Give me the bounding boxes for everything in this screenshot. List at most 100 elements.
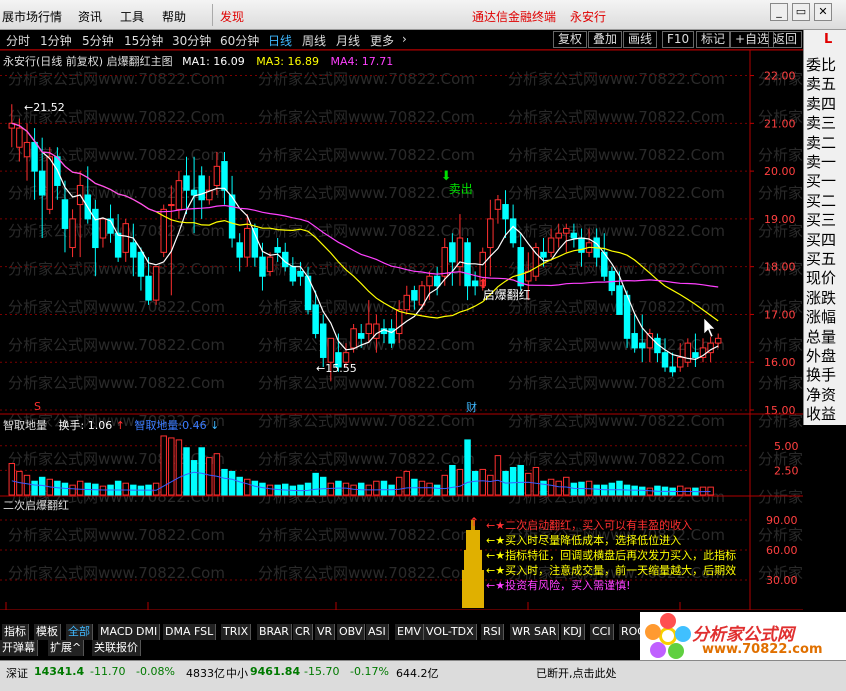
volume-bar	[517, 464, 524, 496]
tab-rsi[interactable]: RSI	[481, 624, 504, 640]
tab-vr[interactable]: VR	[315, 624, 336, 640]
candle-body	[357, 333, 365, 339]
connection-status[interactable]: 已断开,点击此处	[536, 665, 617, 681]
back-button[interactable]: 返回	[768, 31, 803, 48]
quote-label-2: 卖四	[806, 94, 837, 113]
period-15min[interactable]: 15分钟	[124, 32, 163, 49]
period-60min[interactable]: 60分钟	[220, 32, 259, 49]
candle-body	[46, 156, 54, 210]
quote-label-9: 买四	[806, 230, 837, 249]
tab-全部[interactable]: 全部	[66, 624, 93, 640]
kline-chart[interactable]: 分析家公式网www.70822.Com 分析家公式网www.70822.Com 分析…	[0, 49, 846, 624]
period-30min[interactable]: 30分钟	[172, 32, 211, 49]
quote-label-14: 总量	[806, 327, 837, 346]
f10-button[interactable]: F10	[662, 31, 695, 48]
volume-bar	[31, 480, 38, 496]
candle-body	[433, 275, 441, 287]
main-legend-name: 永安行(日线 前复权) 启爆翻红主图	[3, 55, 173, 68]
tab-cr[interactable]: CR	[293, 624, 314, 640]
chevron-right-icon[interactable]: ›	[402, 32, 407, 46]
tab-trix[interactable]: TRIX	[221, 624, 252, 640]
period-1min[interactable]: 1分钟	[40, 32, 72, 49]
tab-popup[interactable]: 开弹幕	[0, 640, 38, 656]
menu-help[interactable]: 帮助	[162, 8, 186, 25]
candle-body	[540, 251, 547, 258]
volume-bar	[525, 472, 532, 496]
tab-brar[interactable]: BRAR	[257, 624, 292, 640]
tab-expand[interactable]: 扩展^	[48, 640, 85, 656]
vol-legend-name: 智取地量	[3, 419, 47, 432]
menu-tools[interactable]: 工具	[120, 8, 144, 25]
candle-body	[23, 141, 31, 158]
quote-label-17: 净资	[806, 385, 837, 404]
mark-button[interactable]: 标记	[696, 31, 731, 48]
tab-dmi[interactable]: DMI	[134, 624, 161, 640]
menu-discover[interactable]: 发现	[220, 8, 244, 25]
watermark-text: 分析家公式网www.70822.Com	[8, 564, 225, 582]
tab-macd[interactable]: MACD	[98, 624, 136, 640]
candle-body	[312, 304, 319, 335]
quote-label-12: 涨跌	[806, 288, 837, 307]
volume-bar	[608, 482, 616, 496]
vol-legend: 智取地量 换手: 1.06 ↑ 智取地量:0.46 ↓	[3, 417, 219, 433]
ind-legend: 二次启爆翻红	[3, 497, 69, 513]
watermark-text: 分析家公式网www.70822.Com	[8, 374, 225, 392]
tab-模板[interactable]: 模板	[34, 624, 61, 640]
tab-emv[interactable]: EMV	[395, 624, 424, 640]
volume-bar	[61, 482, 69, 496]
period-monthly[interactable]: 月线	[336, 32, 360, 49]
period-5min[interactable]: 5分钟	[82, 32, 114, 49]
index-zx-amount: 644.2亿	[396, 667, 439, 680]
candle-body	[130, 242, 137, 258]
period-more[interactable]: 更多	[370, 32, 394, 49]
adjust-button[interactable]: 复权	[553, 31, 588, 48]
maximize-button[interactable]: ▭	[792, 3, 810, 21]
watermark-text: 分析家公式网www.70822.Com	[758, 526, 803, 544]
volume-bar	[471, 470, 479, 496]
buy-signal-label: 启爆翻红	[483, 287, 531, 302]
volume-bar	[99, 485, 107, 496]
candle-body	[570, 232, 578, 239]
menu-market[interactable]: 展市场行情	[2, 8, 62, 25]
promo-banner[interactable]: 分析家公式网 www.70822.com	[640, 612, 846, 660]
candle-body	[274, 247, 281, 253]
tab-kdj[interactable]: KDJ	[561, 624, 585, 640]
watermark-text: 分析家公式网www.70822.Com	[8, 336, 225, 354]
quote-label-6: 买一	[806, 172, 837, 191]
watermark-text: 分析家公式网www.70822.Com	[258, 146, 475, 164]
volume-bar	[433, 484, 441, 496]
vol-extra-label: 智取地量:0.46	[134, 419, 207, 432]
tab-dma[interactable]: DMA	[163, 624, 194, 640]
tab-wr[interactable]: WR	[510, 624, 534, 640]
tab-指标[interactable]: 指标	[2, 624, 29, 640]
overlay-button[interactable]: 叠加	[588, 31, 623, 48]
tab-cci[interactable]: CCI	[590, 624, 614, 640]
watermark-text: 分析家公式网www.70822.Com	[258, 564, 475, 582]
draw-button[interactable]: 画线	[623, 31, 658, 48]
period-weekly[interactable]: 周线	[302, 32, 326, 49]
period-daily[interactable]: 日线	[268, 32, 292, 49]
menu-news[interactable]: 资讯	[78, 8, 102, 25]
candle-body	[449, 242, 456, 263]
chart-area[interactable]: 分析家公式网www.70822.Com 分析家公式网www.70822.Com 分析…	[0, 49, 846, 624]
watermark-text: 分析家公式网www.70822.Com	[508, 260, 725, 278]
volume-bar	[236, 476, 243, 496]
tab-asi[interactable]: ASI	[366, 624, 389, 640]
minimize-button[interactable]: _	[770, 3, 788, 21]
tab-related-quotes[interactable]: 关联报价	[92, 640, 141, 656]
tab-sar[interactable]: SAR	[532, 624, 560, 640]
volume-bar	[555, 480, 562, 496]
tab-fsl[interactable]: FSL	[192, 624, 217, 640]
candle-body	[661, 352, 669, 368]
vol-tick-label: 2.50	[774, 464, 799, 477]
watermark-text: 分析家公式网www.70822.Com	[508, 374, 725, 392]
candle-body	[38, 170, 46, 196]
tab-vol-tdx[interactable]: VOL-TDX	[424, 624, 477, 640]
watermark-text: 分析家公式网www.70822.Com	[508, 146, 725, 164]
sell-signal-label: 卖出	[449, 182, 473, 196]
close-button[interactable]: ✕	[814, 3, 832, 21]
tab-obv[interactable]: OBV	[337, 624, 366, 640]
candle-body	[289, 266, 297, 282]
period-intraday[interactable]: 分时	[6, 32, 30, 49]
vol-tick-label: 5.00	[774, 440, 799, 453]
